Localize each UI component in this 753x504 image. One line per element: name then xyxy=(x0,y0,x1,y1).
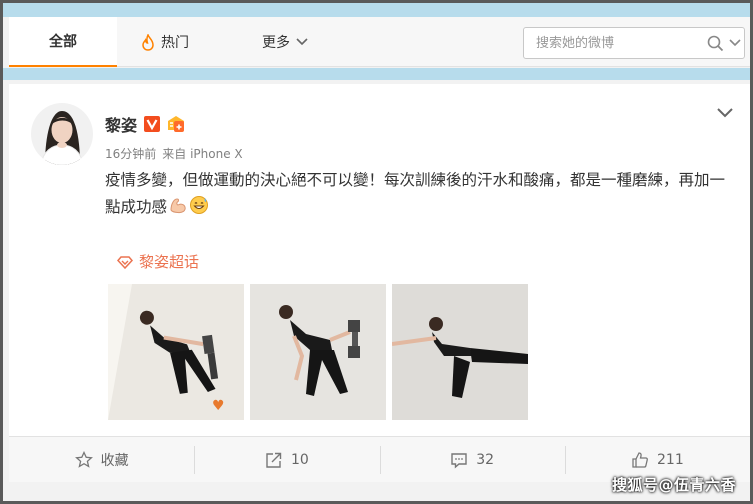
star-icon xyxy=(74,450,93,468)
search-input[interactable] xyxy=(524,28,706,58)
image-grid: ♥ xyxy=(108,284,528,420)
tab-more[interactable]: 更多 xyxy=(262,17,308,67)
svg-text:♥: ♥ xyxy=(212,398,225,414)
post-time[interactable]: 16分钟前 xyxy=(105,147,156,161)
grinning-sweat-icon xyxy=(189,195,209,224)
super-topic-link[interactable]: 黎姿超话 xyxy=(117,251,199,272)
tab-label: 全部 xyxy=(49,34,77,50)
search-options-chevron-icon[interactable] xyxy=(726,39,744,47)
watermark: 搜狐号@伍青六香 xyxy=(611,476,736,494)
top-strip xyxy=(3,3,750,17)
post-text: 疫情多變，但做運動的決心絕不可以變！每次訓練後的汗水和酸痛，都是一種磨練，再加一… xyxy=(105,167,735,224)
flexed-biceps-icon xyxy=(168,195,188,224)
verified-v-icon[interactable] xyxy=(143,115,161,133)
post-meta: 16分钟前 来自 iPhone X xyxy=(105,145,249,162)
tab-label: 更多 xyxy=(262,35,290,51)
fan-group-icon[interactable] xyxy=(165,114,187,134)
repost-button[interactable]: 10 xyxy=(194,437,379,482)
search-icon[interactable] xyxy=(706,35,726,52)
favorite-label: 收藏 xyxy=(100,452,129,469)
topic-label: 黎姿超话 xyxy=(139,253,200,271)
thumbs-up-icon xyxy=(632,451,648,468)
tab-all[interactable]: 全部 xyxy=(9,17,117,67)
search-box xyxy=(523,27,745,59)
workout-photo-1[interactable]: ♥ xyxy=(108,284,244,420)
tab-hot[interactable]: 热门 xyxy=(141,17,189,67)
like-count: 211 xyxy=(657,451,684,468)
workout-photo-3[interactable] xyxy=(392,284,528,420)
repost-icon xyxy=(266,452,282,468)
divider-strip xyxy=(3,68,750,80)
author-row: 黎姿 xyxy=(105,112,187,136)
tab-bar: 全部 热门 更多 xyxy=(9,17,750,67)
comment-button[interactable]: 32 xyxy=(379,437,565,482)
workout-photo-2[interactable] xyxy=(250,284,386,420)
repost-count: 10 xyxy=(290,451,309,468)
post-menu-chevron-icon[interactable] xyxy=(716,104,734,123)
author-name[interactable]: 黎姿 xyxy=(105,112,137,136)
avatar[interactable] xyxy=(31,103,93,165)
comment-count: 32 xyxy=(476,451,495,468)
post-source: 来自 iPhone X xyxy=(162,147,243,161)
tab-label: 热门 xyxy=(161,35,189,51)
favorite-button[interactable]: 收藏 xyxy=(9,437,194,482)
comment-icon xyxy=(451,452,467,469)
chevron-down-icon xyxy=(296,38,308,46)
weibo-post-card: 黎姿 16分钟前 来自 iPhone X 疫情多變，但做運動的決心絕不可以變！每… xyxy=(9,84,750,438)
fire-icon xyxy=(141,33,155,51)
window-frame: 全部 热门 更多 搜索她的微博 黎姿 16分钟前 来自 iPhone X 疫情多… xyxy=(3,3,750,501)
